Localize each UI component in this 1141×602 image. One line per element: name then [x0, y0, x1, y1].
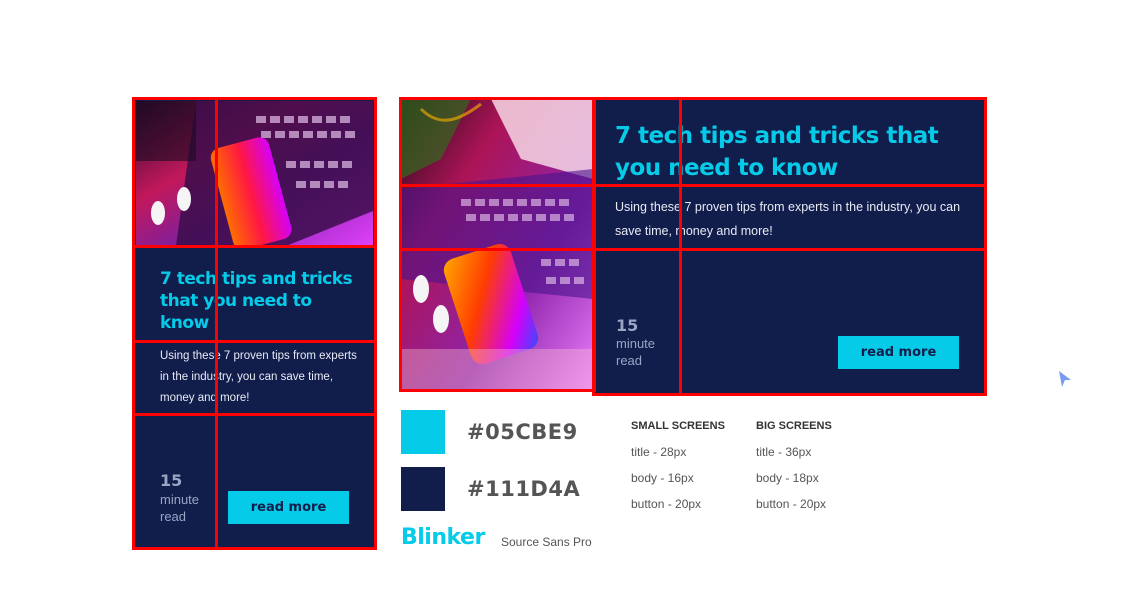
big-card-read-word: read — [616, 353, 643, 368]
spec-big-heading: BIG SCREENS — [756, 420, 832, 432]
laptop-photo — [136, 101, 373, 246]
small-card-body: Using these 7 proven tips from experts i… — [160, 350, 357, 404]
small-card-grid-line — [132, 340, 377, 343]
spec-big-row: title - 36px — [756, 445, 812, 459]
cursor-arrow-icon — [1058, 370, 1072, 393]
color-swatch-navy — [401, 467, 445, 511]
big-card-title: 7 tech tips and tricks that you need to … — [615, 123, 939, 181]
small-card-grid-line — [215, 97, 218, 550]
spec-big-row: button - 20px — [756, 497, 827, 511]
heading-font-sample: Blinker — [401, 525, 485, 550]
small-card-read-word: read — [160, 509, 187, 524]
big-card-read-number: 15 — [616, 316, 639, 335]
small-card-grid-line — [132, 245, 377, 248]
big-card-read-more-button[interactable]: read more — [838, 336, 959, 369]
small-card-grid-line — [132, 413, 377, 416]
small-card-title: 7 tech tips and tricks that you need to … — [160, 269, 353, 333]
laptop-photo — [401, 99, 593, 389]
big-card-grid-line — [399, 248, 987, 251]
big-card-read-minute: minute — [616, 336, 656, 351]
spec-small-row: title - 28px — [631, 445, 687, 459]
small-card-read-number: 15 — [160, 471, 183, 490]
small-card-read-more-button[interactable]: read more — [228, 491, 349, 524]
spec-big-row: body - 18px — [756, 471, 819, 485]
spec-small-row: button - 20px — [631, 497, 702, 511]
big-card-grid-line — [679, 97, 682, 396]
body-font-sample: Source Sans Pro — [501, 535, 592, 549]
color-swatch-cyan — [401, 410, 445, 454]
spec-small-heading: SMALL SCREENS — [631, 420, 725, 432]
spec-small-row: body - 16px — [631, 471, 694, 485]
color-hex-cyan: #05CBE9 — [467, 420, 578, 444]
big-card-grid-line — [399, 184, 987, 187]
small-card-read-minute: minute — [160, 492, 200, 507]
big-card-image — [401, 99, 593, 389]
big-card-body: Using these 7 proven tips from experts i… — [615, 200, 961, 238]
small-card-image — [136, 101, 373, 246]
color-hex-navy: #111D4A — [467, 477, 581, 501]
